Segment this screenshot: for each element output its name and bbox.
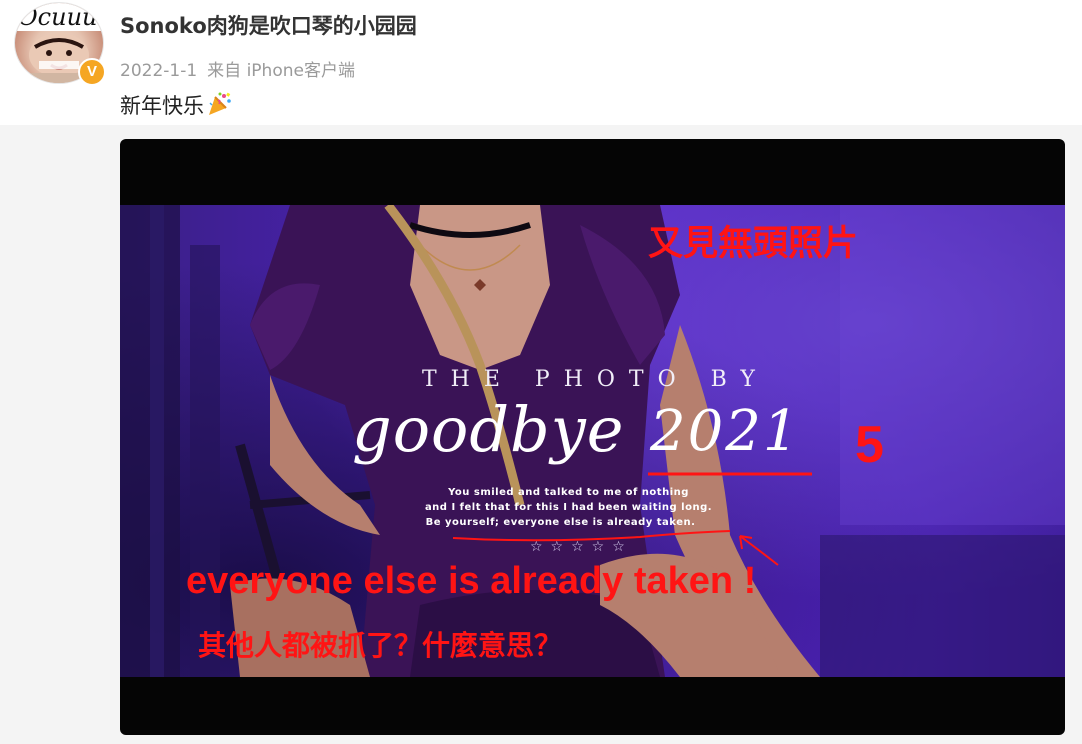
post-source: 来自 iPhone客户端 bbox=[207, 61, 355, 81]
photo-content: THE PHOTO BY goodbye 2021 You smiled and… bbox=[120, 205, 1065, 677]
photo-caption-word: goodbye bbox=[352, 393, 625, 466]
post-meta: 2022-1-1 来自 iPhone客户端 bbox=[120, 56, 365, 81]
annotation-number: 5 bbox=[855, 416, 884, 474]
photo-quote-line: You smiled and talked to me of nothing bbox=[448, 487, 689, 498]
photo-stars: ☆☆☆☆☆ bbox=[530, 539, 633, 555]
post-image[interactable]: THE PHOTO BY goodbye 2021 You smiled and… bbox=[120, 139, 1065, 735]
confetti-icon bbox=[209, 92, 231, 115]
verified-icon: V bbox=[78, 58, 106, 86]
annotation-headless: 又見無頭照片 bbox=[648, 224, 859, 264]
username[interactable]: Sonoko肉狗是吹口琴的小园园 bbox=[120, 10, 417, 40]
post-text: 新年快乐 bbox=[120, 90, 232, 120]
photo-quote-line: and I felt that for this I had been wait… bbox=[424, 502, 713, 513]
post-header: Ocuuu V Sonoko肉狗是吹口琴的小园园 2022-1-1 来自 iPho… bbox=[0, 0, 1082, 125]
annotation-taken: everyone else is already taken ! bbox=[186, 560, 757, 602]
photo-quote-line: Be yourself; everyone else is already ta… bbox=[425, 517, 696, 528]
annotation-question: 其他人都被抓了？什麼意思？ bbox=[198, 629, 563, 662]
photo-caption-year: 2021 bbox=[650, 399, 801, 464]
post-body: 新年快乐 bbox=[120, 94, 204, 118]
avatar-script-text: Ocuuu bbox=[18, 3, 98, 31]
post-date[interactable]: 2022-1-1 bbox=[120, 61, 197, 81]
photo-caption-top: THE PHOTO BY bbox=[422, 367, 769, 392]
